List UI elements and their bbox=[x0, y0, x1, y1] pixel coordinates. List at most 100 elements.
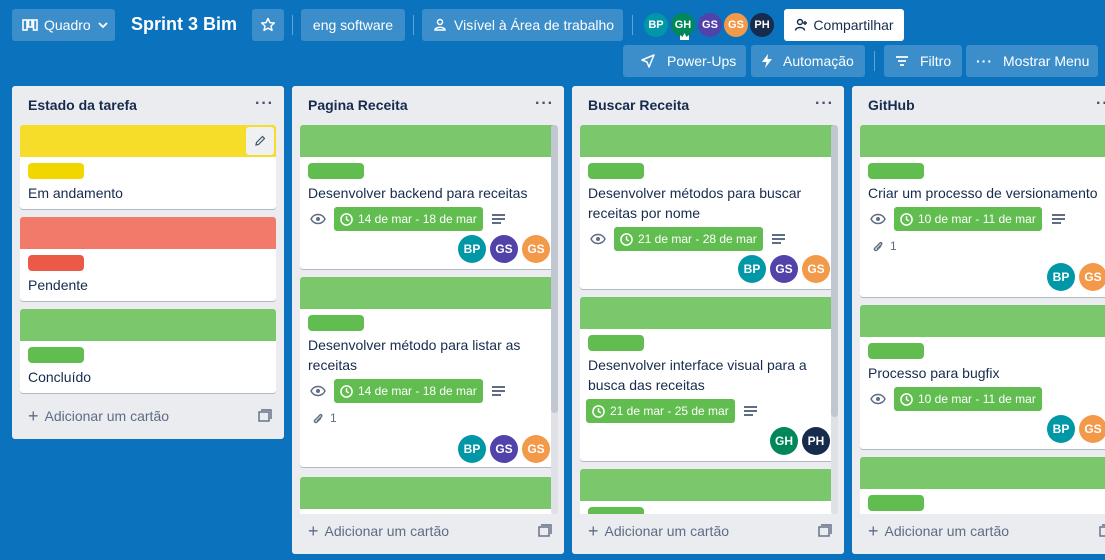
automation-button[interactable]: Automação bbox=[751, 45, 865, 77]
card-title: Desenvolver interface visual para a busc… bbox=[588, 357, 807, 393]
due-date-text: 21 de mar - 25 de mar bbox=[610, 404, 729, 418]
filter-button[interactable]: Filtro bbox=[884, 45, 962, 77]
due-date-badge[interactable]: 21 de mar - 25 de mar bbox=[586, 399, 735, 423]
rocket-icon bbox=[641, 54, 655, 68]
list-card[interactable]: Desenvolver interface visual para a busc… bbox=[580, 297, 836, 461]
due-date-text: 14 de mar - 18 de mar bbox=[358, 384, 477, 398]
card-template-icon[interactable] bbox=[538, 524, 552, 543]
view-label: Quadro bbox=[44, 17, 91, 33]
visibility-button[interactable]: Visível à Área de trabalho bbox=[422, 9, 623, 41]
board-icon bbox=[22, 19, 38, 31]
card-template-icon[interactable] bbox=[818, 524, 832, 543]
list-menu-icon[interactable]: ··· bbox=[1096, 95, 1105, 113]
list-title[interactable]: Pagina Receita bbox=[308, 97, 408, 113]
list-menu-icon[interactable]: ··· bbox=[815, 95, 834, 113]
list-title[interactable]: GitHub bbox=[868, 97, 915, 113]
add-card-button[interactable]: + Adicionar um cartão bbox=[868, 521, 1009, 541]
add-card-button[interactable]: + Adicionar um cartão bbox=[308, 521, 449, 541]
watching-icon bbox=[310, 213, 326, 225]
member-avatar[interactable]: BP bbox=[1047, 263, 1075, 291]
list-card[interactable]: Concluído bbox=[20, 309, 276, 393]
plus-icon: + bbox=[868, 521, 879, 541]
member-avatar[interactable]: PH bbox=[802, 427, 830, 455]
card-label[interactable] bbox=[868, 163, 924, 179]
share-button[interactable]: Compartilhar bbox=[784, 9, 904, 41]
list-card[interactable] bbox=[860, 457, 1105, 517]
add-card-button[interactable]: + Adicionar um cartão bbox=[588, 522, 730, 540]
edit-card-button[interactable] bbox=[246, 127, 274, 155]
card-template-icon[interactable] bbox=[1099, 524, 1105, 543]
due-date-badge[interactable]: 10 de mar - 11 de mar bbox=[894, 387, 1042, 411]
member-avatar[interactable]: GS bbox=[722, 11, 750, 39]
member-avatar[interactable]: GS bbox=[522, 435, 550, 463]
add-card-button[interactable]: + Adicionar um cartão bbox=[28, 406, 169, 426]
card-template-icon[interactable] bbox=[258, 409, 272, 428]
member-avatar[interactable]: GH bbox=[770, 427, 798, 455]
card-label[interactable] bbox=[28, 255, 84, 271]
member-avatar[interactable]: GS bbox=[490, 435, 518, 463]
card-label[interactable] bbox=[588, 163, 644, 179]
due-date-text: 14 de mar - 18 de mar bbox=[358, 212, 477, 226]
due-date-badge[interactable]: 14 de mar - 18 de mar bbox=[334, 207, 483, 231]
member-avatar[interactable]: GS bbox=[490, 235, 518, 263]
plus-icon: + bbox=[308, 521, 319, 541]
list-card[interactable]: Processo para bugfix 10 de mar - 11 de m… bbox=[860, 305, 1105, 449]
add-card-label: Adicionar um cartão bbox=[604, 523, 730, 539]
show-menu-label: Mostrar Menu bbox=[1003, 53, 1090, 69]
star-button[interactable] bbox=[252, 9, 284, 41]
list-card[interactable]: Desenvolver método para listar as receit… bbox=[300, 277, 556, 467]
plus-icon: + bbox=[28, 406, 39, 426]
member-avatar[interactable]: BP bbox=[1047, 415, 1075, 443]
filter-label: Filtro bbox=[920, 53, 952, 69]
card-members: BP GS GS bbox=[458, 435, 550, 463]
card-label[interactable] bbox=[28, 163, 84, 179]
powerups-button[interactable]: Power-Ups bbox=[623, 45, 746, 77]
view-switcher-button[interactable]: Quadro bbox=[12, 9, 115, 41]
member-avatar[interactable]: GS bbox=[770, 255, 798, 283]
show-menu-button[interactable]: ··· Mostrar Menu bbox=[966, 45, 1098, 77]
member-avatar[interactable]: BP bbox=[738, 255, 766, 283]
card-label[interactable] bbox=[308, 315, 364, 331]
due-date-badge[interactable]: 21 de mar - 28 de mar bbox=[614, 227, 763, 251]
list-scrollbar[interactable] bbox=[831, 125, 838, 417]
list-title[interactable]: Estado da tarefa bbox=[28, 97, 137, 113]
member-avatar[interactable]: GS bbox=[696, 11, 724, 39]
card-cover bbox=[20, 309, 276, 341]
card-cover bbox=[300, 125, 556, 157]
more-icon: ··· bbox=[976, 53, 993, 69]
list-menu-icon[interactable]: ··· bbox=[255, 95, 274, 113]
list-title[interactable]: Buscar Receita bbox=[588, 97, 689, 113]
due-date-badge[interactable]: 14 de mar - 18 de mar bbox=[334, 379, 483, 403]
member-avatar[interactable]: BP bbox=[458, 435, 486, 463]
list-card[interactable] bbox=[300, 477, 556, 517]
member-avatar[interactable]: GH bbox=[669, 11, 697, 40]
member-avatar[interactable]: GS bbox=[802, 255, 830, 283]
watching-icon bbox=[310, 385, 326, 397]
member-avatar[interactable]: BP bbox=[458, 235, 486, 263]
member-avatar[interactable]: GS bbox=[1079, 263, 1105, 291]
member-avatar[interactable]: GS bbox=[522, 235, 550, 263]
clock-icon bbox=[340, 384, 353, 398]
card-label[interactable] bbox=[308, 163, 364, 179]
card-members: BP GS bbox=[1047, 415, 1105, 443]
list-card[interactable]: Desenvolver métodos para buscar receitas… bbox=[580, 125, 836, 289]
board-title[interactable]: Sprint 3 Bim bbox=[131, 14, 237, 35]
description-icon bbox=[1052, 214, 1065, 226]
workspace-button[interactable]: eng software bbox=[301, 9, 405, 41]
list-card[interactable]: Desenvolver backend para receitas 14 de … bbox=[300, 125, 556, 269]
member-avatar[interactable]: BP bbox=[642, 11, 670, 39]
card-title: Concluído bbox=[28, 369, 92, 385]
member-avatar[interactable]: GS bbox=[1079, 415, 1105, 443]
card-label[interactable] bbox=[588, 335, 644, 351]
card-label[interactable] bbox=[868, 495, 924, 511]
list-card[interactable]: Em andamento bbox=[20, 125, 276, 209]
list-card[interactable]: Criar um processo de versionamento 10 de… bbox=[860, 125, 1105, 297]
card-label[interactable] bbox=[28, 347, 84, 363]
pencil-icon bbox=[255, 135, 266, 146]
member-avatar[interactable]: PH bbox=[748, 11, 776, 39]
list-scrollbar[interactable] bbox=[551, 125, 558, 413]
due-date-badge[interactable]: 10 de mar - 11 de mar bbox=[894, 207, 1042, 231]
list-menu-icon[interactable]: ··· bbox=[535, 95, 554, 113]
card-label[interactable] bbox=[868, 343, 924, 359]
list-card[interactable]: Pendente bbox=[20, 217, 276, 301]
